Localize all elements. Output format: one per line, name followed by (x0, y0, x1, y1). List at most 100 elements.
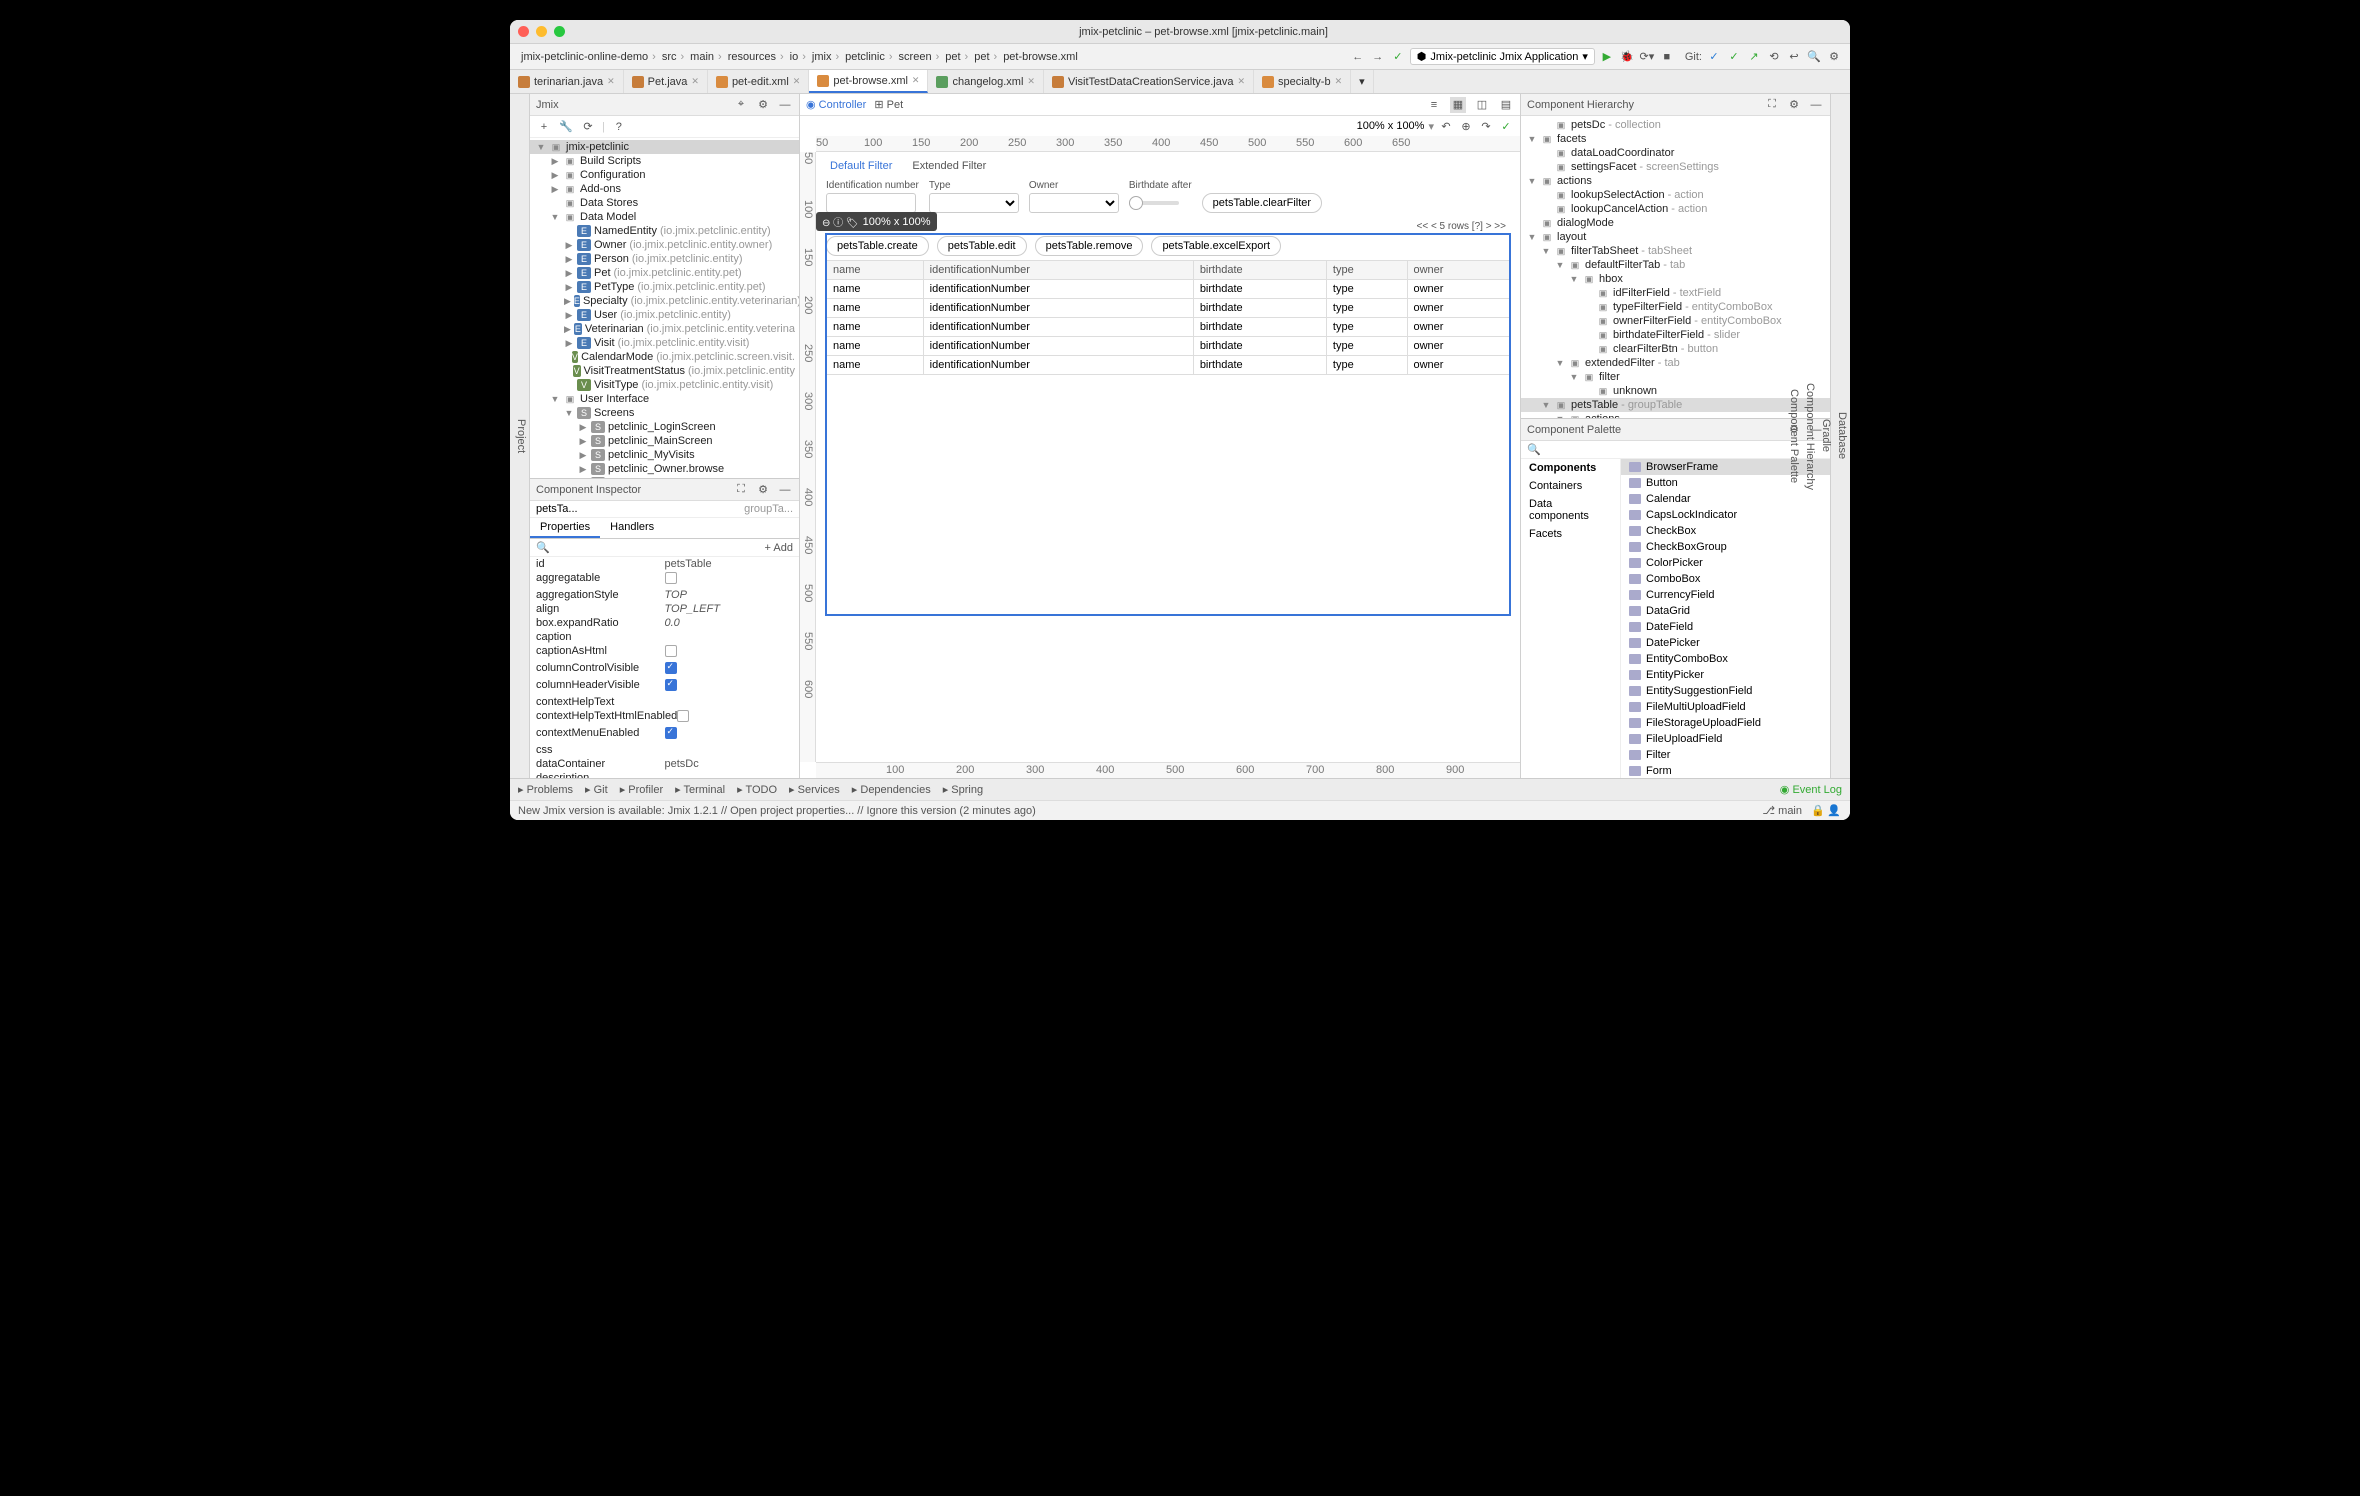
tree-node[interactable]: ▶S petclinic_Owner.browse (530, 462, 799, 476)
close-icon[interactable]: ✕ (1237, 76, 1245, 87)
editor-tab[interactable]: pet-browse.xml✕ (809, 70, 928, 93)
status-message[interactable]: New Jmix version is available: Jmix 1.2.… (518, 805, 1036, 817)
tree-node[interactable]: ▶E Pet (io.jmix.petclinic.entity.pet) (530, 266, 799, 280)
editor-tab[interactable]: changelog.xml✕ (928, 70, 1043, 93)
table-action-button[interactable]: petsTable.edit (937, 236, 1027, 256)
hierarchy-node[interactable]: ▼▣ filterTabSheet - tabSheet (1521, 244, 1830, 258)
status-tool[interactable]: ▸ TODO (737, 784, 777, 796)
tree-node[interactable]: ▶▣ Build Scripts (530, 154, 799, 168)
column-header[interactable]: owner (1407, 261, 1510, 280)
history-back-icon[interactable]: ↶ (1438, 118, 1454, 134)
hierarchy-node[interactable]: ▣ ownerFilterField - entityComboBox (1521, 314, 1830, 328)
wrench-icon[interactable]: 🔧 (558, 119, 574, 135)
hierarchy-node[interactable]: ▣ idFilterField - textField (1521, 286, 1830, 300)
hierarchy-node[interactable]: ▼▣ actions (1521, 174, 1830, 188)
property-row[interactable]: box.expandRatio 0.0 (530, 616, 799, 630)
status-tool[interactable]: ▸ Git (585, 784, 608, 796)
hierarchy-node[interactable]: ▼▣ petsTable - groupTable (1521, 398, 1830, 412)
status-tool[interactable]: ▸ Dependencies (852, 784, 931, 796)
breadcrumb-item[interactable]: io (787, 51, 809, 63)
checkbox[interactable] (665, 662, 677, 674)
table-action-button[interactable]: petsTable.remove (1035, 236, 1144, 256)
table-row[interactable]: nameidentificationNumberbirthdatetypeown… (827, 280, 1510, 299)
breadcrumb-item[interactable]: pet (971, 51, 1000, 63)
breadcrumb-item[interactable]: pet-browse.xml (1000, 51, 1081, 63)
inspector-tab[interactable]: Handlers (600, 518, 664, 538)
gear-icon[interactable]: ⚙ (755, 482, 771, 498)
property-row[interactable]: contextHelpTextHtmlEnabled (530, 709, 799, 726)
search-icon[interactable]: 🔍 (1806, 49, 1822, 65)
breadcrumb-item[interactable]: petclinic (842, 51, 895, 63)
palette-category[interactable]: Facets (1521, 525, 1620, 543)
tree-node[interactable]: ▶E Owner (io.jmix.petclinic.entity.owner… (530, 238, 799, 252)
tree-node[interactable]: ▶E Person (io.jmix.petclinic.entity) (530, 252, 799, 266)
status-tool[interactable]: ▸ Problems (518, 784, 573, 796)
hammer-icon[interactable]: ✓ (1390, 49, 1406, 65)
hierarchy-node[interactable]: ▣ lookupSelectAction - action (1521, 188, 1830, 202)
tree-node[interactable]: ▼▣ User Interface (530, 392, 799, 406)
run-icon[interactable]: ▶ (1599, 49, 1615, 65)
tree-node[interactable]: ▶▣ Configuration (530, 168, 799, 182)
property-row[interactable]: aggregationStyle TOP (530, 588, 799, 602)
filter-tab[interactable]: Extended Filter (908, 158, 990, 174)
status-tool[interactable]: ▸ Spring (943, 784, 983, 796)
hide-icon[interactable]: — (777, 482, 793, 498)
text-input[interactable] (826, 193, 916, 213)
combo-input[interactable] (1029, 193, 1119, 213)
hierarchy-node[interactable]: ▼▣ layout (1521, 230, 1830, 244)
hierarchy-node[interactable]: ▣ typeFilterField - entityComboBox (1521, 300, 1830, 314)
combo-input[interactable] (929, 193, 1019, 213)
hierarchy-node[interactable]: ▣ clearFilterBtn - button (1521, 342, 1830, 356)
tree-node[interactable]: ▶S petclinic_MyVisits (530, 448, 799, 462)
property-row[interactable]: css (530, 743, 799, 757)
hierarchy-node[interactable]: ▣ dataLoadCoordinator (1521, 146, 1830, 160)
breadcrumb-item[interactable]: pet (942, 51, 971, 63)
property-search[interactable] (550, 542, 765, 554)
stop-icon[interactable]: ■ (1659, 49, 1675, 65)
debug-icon[interactable]: 🐞 (1619, 49, 1635, 65)
property-row[interactable]: contextHelpText (530, 695, 799, 709)
tree-node[interactable]: ▶E Specialty (io.jmix.petclinic.entity.v… (530, 294, 799, 308)
editor-tab[interactable]: specialty-b✕ (1254, 70, 1351, 93)
view-code-icon[interactable]: ▤ (1498, 97, 1514, 113)
close-icon[interactable]: ✕ (1335, 76, 1343, 87)
tree-node[interactable]: V VisitType (io.jmix.petclinic.entity.vi… (530, 378, 799, 392)
arrow-left-icon[interactable]: ← (1350, 49, 1366, 65)
settings-icon[interactable]: ⚙ (1826, 49, 1842, 65)
checkbox[interactable] (665, 645, 677, 657)
tree-node[interactable]: ▶S petclinic_MainScreen (530, 434, 799, 448)
tree-node[interactable]: ▣ Data Stores (530, 196, 799, 210)
gear-icon[interactable]: ⚙ (755, 97, 771, 113)
table-action-button[interactable]: petsTable.create (826, 236, 929, 256)
git-history-icon[interactable]: ⟲ (1766, 49, 1782, 65)
entity-link[interactable]: ⊞ Pet (874, 98, 903, 111)
hierarchy-node[interactable]: ▣ lookupCancelAction - action (1521, 202, 1830, 216)
property-row[interactable]: captionAsHtml (530, 644, 799, 661)
table-row[interactable]: nameidentificationNumberbirthdatetypeown… (827, 356, 1510, 375)
table-row[interactable]: nameidentificationNumberbirthdatetypeown… (827, 318, 1510, 337)
git-update-icon[interactable]: ✓ (1706, 49, 1722, 65)
breadcrumb-item[interactable]: main (687, 51, 725, 63)
breadcrumb-item[interactable]: jmix (809, 51, 842, 63)
tool-tab[interactable]: Project (513, 98, 529, 774)
add-property[interactable]: + Add (765, 542, 793, 554)
property-row[interactable]: align TOP_LEFT (530, 602, 799, 616)
hierarchy-node[interactable]: ▼▣ extendedFilter - tab (1521, 356, 1830, 370)
close-icon[interactable]: ✕ (1027, 76, 1035, 87)
target-icon[interactable]: ⌖ (733, 97, 749, 113)
tool-tab[interactable]: Structure (510, 98, 513, 774)
property-row[interactable]: aggregatable (530, 571, 799, 588)
hierarchy-node[interactable]: ▣ petsDc - collection (1521, 118, 1830, 132)
tool-tab[interactable]: Component Palette (1786, 98, 1802, 774)
status-tool[interactable]: ▸ Profiler (620, 784, 663, 796)
view-split-icon[interactable]: ◫ (1474, 97, 1490, 113)
new-icon[interactable]: + (536, 119, 552, 135)
git-rollback-icon[interactable]: ↩ (1786, 49, 1802, 65)
palette-category[interactable]: Components (1521, 459, 1620, 477)
slider[interactable] (1129, 201, 1179, 205)
hierarchy-node[interactable]: ▼▣ hbox (1521, 272, 1830, 286)
hierarchy-node[interactable]: ▣ unknown (1521, 384, 1830, 398)
palette-category[interactable]: Containers (1521, 477, 1620, 495)
close-icon[interactable]: ✕ (793, 76, 801, 87)
property-row[interactable]: contextMenuEnabled (530, 726, 799, 743)
